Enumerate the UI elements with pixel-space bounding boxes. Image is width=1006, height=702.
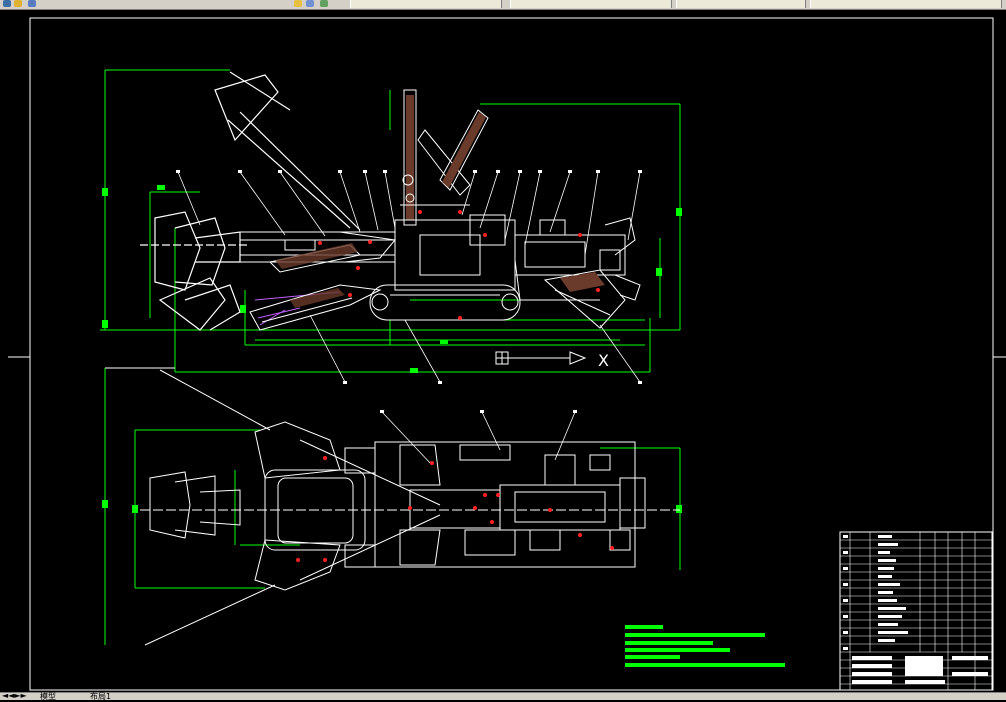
boom-hatch: [275, 243, 358, 269]
tab-layout1[interactable]: 布局1: [90, 691, 111, 702]
toolbar-dropdown-3[interactable]: [676, 0, 806, 8]
axis-marker: [495, 351, 587, 365]
drawing-frame: [29, 17, 994, 691]
top-part-tags: [380, 410, 577, 413]
arm-hatch: [442, 112, 486, 188]
side-dimensions: [100, 69, 681, 373]
axis-label-x: X: [598, 351, 609, 370]
properties-icon[interactable]: [306, 0, 314, 7]
toolbar-dropdown-2[interactable]: [510, 0, 672, 8]
top-view-outline: [105, 367, 680, 646]
open-icon[interactable]: [14, 0, 22, 7]
top-dimensions: [104, 368, 681, 645]
layer-icon[interactable]: [294, 0, 302, 7]
title-block-text: [843, 535, 988, 684]
save-icon[interactable]: [28, 0, 36, 7]
top-leader-lines: [381, 411, 576, 466]
drawing-canvas[interactable]: X: [0, 10, 1006, 692]
title-block: [839, 531, 993, 691]
top-view: [102, 367, 682, 646]
tab-model[interactable]: 模型: [40, 691, 56, 702]
lower-boom: [249, 284, 382, 331]
toolbar-dropdown-4[interactable]: [810, 0, 1002, 8]
lower-boom-hatch: [290, 288, 345, 308]
match-icon[interactable]: [320, 0, 328, 7]
side-red-marks: [318, 210, 600, 320]
app-icon: [3, 0, 11, 7]
title-toolbar: [0, 0, 1006, 10]
toolbar-dropdown-1[interactable]: [350, 0, 502, 8]
top-red-marks: [296, 456, 614, 562]
technical-notes: [625, 625, 785, 667]
side-view: X: [100, 69, 682, 384]
